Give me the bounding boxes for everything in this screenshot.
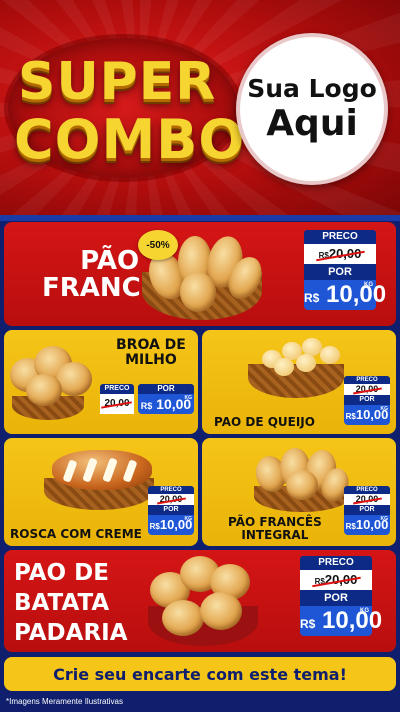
product-name: ROSCA COM CREME [10, 528, 142, 541]
product-name: PÃO FRANCÊS INTEGRAL [228, 516, 322, 541]
product-name: PAO DE QUEIJO [214, 416, 315, 429]
cta-banner[interactable]: Crie seu encarte com este tema! [4, 657, 396, 691]
product-name: PAO DE BATATA PADARIA [14, 558, 128, 648]
new-price-value: 10,00 [322, 607, 383, 634]
title-combo: COMBO [14, 108, 246, 171]
price-new: R$ 10,00 KG [300, 606, 383, 636]
product-name-line: PADARIA [14, 620, 128, 646]
product-name: BROA DE MILHO [116, 338, 186, 367]
potato-bread-roll [200, 592, 242, 630]
price-box: PRECO 20,00 POR R$10,00 KG [344, 486, 390, 535]
discount-badge: -50% [138, 230, 178, 260]
product-name-line: PAO DE QUEIJO [214, 415, 315, 429]
logo-text-line2: Aqui [266, 103, 358, 144]
price-old-label: PRECO [344, 376, 390, 384]
price-new: R$ 10,00 KG [138, 394, 194, 414]
price-old: 20,00 [344, 494, 390, 505]
header-divider [0, 215, 400, 221]
cheese-bread-ball [274, 358, 294, 376]
bread-roll [180, 272, 216, 312]
price-old: 20,00 [344, 384, 390, 395]
old-price-value: 20,00 [159, 494, 183, 504]
price-old-label: PRECO [100, 384, 134, 394]
header-banner: SUPER COMBO Sua Logo Aqui [0, 0, 400, 215]
price-new: R$ 10,00 KG [304, 280, 387, 310]
product-name-line: BROA DE [116, 337, 186, 353]
product-card-pao-de-queijo[interactable]: PAO DE QUEIJO PRECO 20,00 POR R$10,00 KG [202, 330, 396, 434]
product-name-line: BATATA [14, 590, 110, 616]
price-box: PRECO 20,00 POR R$10,00 KG [344, 376, 390, 425]
title-super: SUPER [18, 52, 217, 112]
price-new: R$10,00 KG [148, 515, 194, 535]
product-name-line: MILHO [125, 351, 177, 368]
price-old: R$20,00 [304, 244, 376, 264]
price-old: R$20,00 [300, 570, 372, 590]
old-price-value: 20,00 [355, 384, 379, 394]
price-old-label: PRECO [300, 556, 372, 570]
price-box: PRECO POR 20,00 R$ 10,00 KG [100, 384, 194, 414]
product-name-line: ROSCA COM CREME [10, 527, 142, 541]
new-price-value: 10,00 [326, 281, 387, 308]
old-price-value: 20,00 [328, 246, 362, 261]
potato-bread-roll [162, 600, 204, 636]
price-old: 20,00 [148, 494, 194, 505]
price-new: R$10,00 KG [344, 405, 390, 425]
old-price-value: 20,00 [104, 398, 130, 409]
disclaimer-text: *Imagens Meramente Ilustrativas [6, 697, 123, 706]
price-old-label: PRECO [344, 486, 390, 494]
price-old-label: PRECO [148, 486, 194, 494]
logo-placeholder[interactable]: Sua Logo Aqui [236, 33, 388, 185]
old-price-value: 20,00 [324, 572, 358, 587]
cheese-bread-ball [320, 346, 340, 364]
old-price-value: 20,00 [355, 494, 379, 504]
product-card-pao-de-batata[interactable]: PAO DE BATATA PADARIA PRECO R$20,00 POR … [4, 550, 396, 652]
product-card-pao-frances[interactable]: PÃO FRANCÊS -50% PRECO R$20,00 POR R$ 10… [4, 222, 396, 326]
bread-roll [286, 470, 318, 500]
price-box: PRECO 20,00 POR R$10,00 KG [148, 486, 194, 535]
price-box: PRECO R$20,00 POR R$ 10,00 KG [300, 556, 383, 636]
product-name-line: PÃO FRANCÊS [228, 515, 322, 529]
product-name-line: INTEGRAL [241, 527, 309, 542]
product-card-pao-frances-integral[interactable]: PÃO FRANCÊS INTEGRAL PRECO 20,00 POR R$1… [202, 438, 396, 546]
bread-basket-image [248, 364, 344, 398]
product-card-broa-de-milho[interactable]: BROA DE MILHO PRECO POR 20,00 R$ 10,00 K… [4, 330, 198, 434]
logo-text-line1: Sua Logo [247, 74, 377, 103]
bread-roll [26, 374, 62, 406]
product-card-rosca-com-creme[interactable]: ROSCA COM CREME PRECO 20,00 POR R$10,00 … [4, 438, 198, 546]
price-old: 20,00 [100, 394, 134, 414]
cheese-bread-ball [296, 354, 316, 372]
price-box: PRECO R$20,00 POR R$ 10,00 KG [304, 230, 387, 310]
product-name-line: PAO DE [14, 560, 109, 586]
price-new: R$10,00 KG [344, 515, 390, 535]
price-old-label: PRECO [304, 230, 376, 244]
